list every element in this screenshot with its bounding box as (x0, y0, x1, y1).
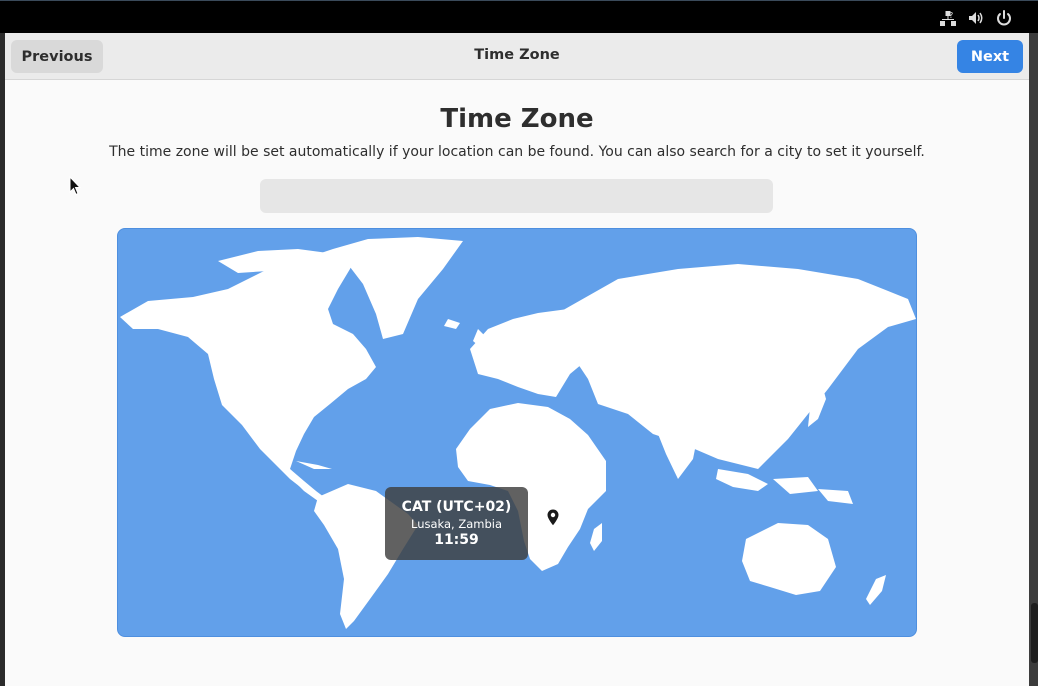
city-search-input[interactable] (260, 179, 773, 213)
scrollbar-thumb[interactable] (1031, 603, 1038, 663)
timezone-time: 11:59 (434, 532, 479, 548)
window-edge (1029, 33, 1038, 686)
page-description: The time zone will be set automatically … (109, 144, 925, 160)
next-button[interactable]: Next (957, 40, 1023, 73)
timezone-location: Lusaka, Zambia (410, 517, 503, 531)
page-heading: Time Zone (440, 104, 594, 134)
timezone-abbreviation: CAT (UTC+02) (401, 499, 512, 515)
volume-icon[interactable] (966, 8, 986, 28)
world-map-land (120, 237, 916, 629)
svg-text:?: ? (949, 11, 953, 20)
timezone-tooltip: CAT (UTC+02) Lusaka, Zambia 11:59 (385, 487, 528, 560)
setup-window: Previous Time Zone Next Time Zone The ti… (5, 33, 1029, 686)
mouse-cursor-icon (69, 176, 81, 196)
power-icon[interactable] (994, 8, 1014, 28)
top-bar: ? (0, 0, 1038, 33)
window-title: Time Zone (474, 47, 560, 63)
location-pin-icon (546, 508, 560, 527)
network-offline-icon[interactable]: ? (938, 8, 958, 28)
header-bar: Previous Time Zone Next (5, 33, 1029, 80)
world-map[interactable]: CAT (UTC+02) Lusaka, Zambia 11:59 (117, 228, 917, 637)
